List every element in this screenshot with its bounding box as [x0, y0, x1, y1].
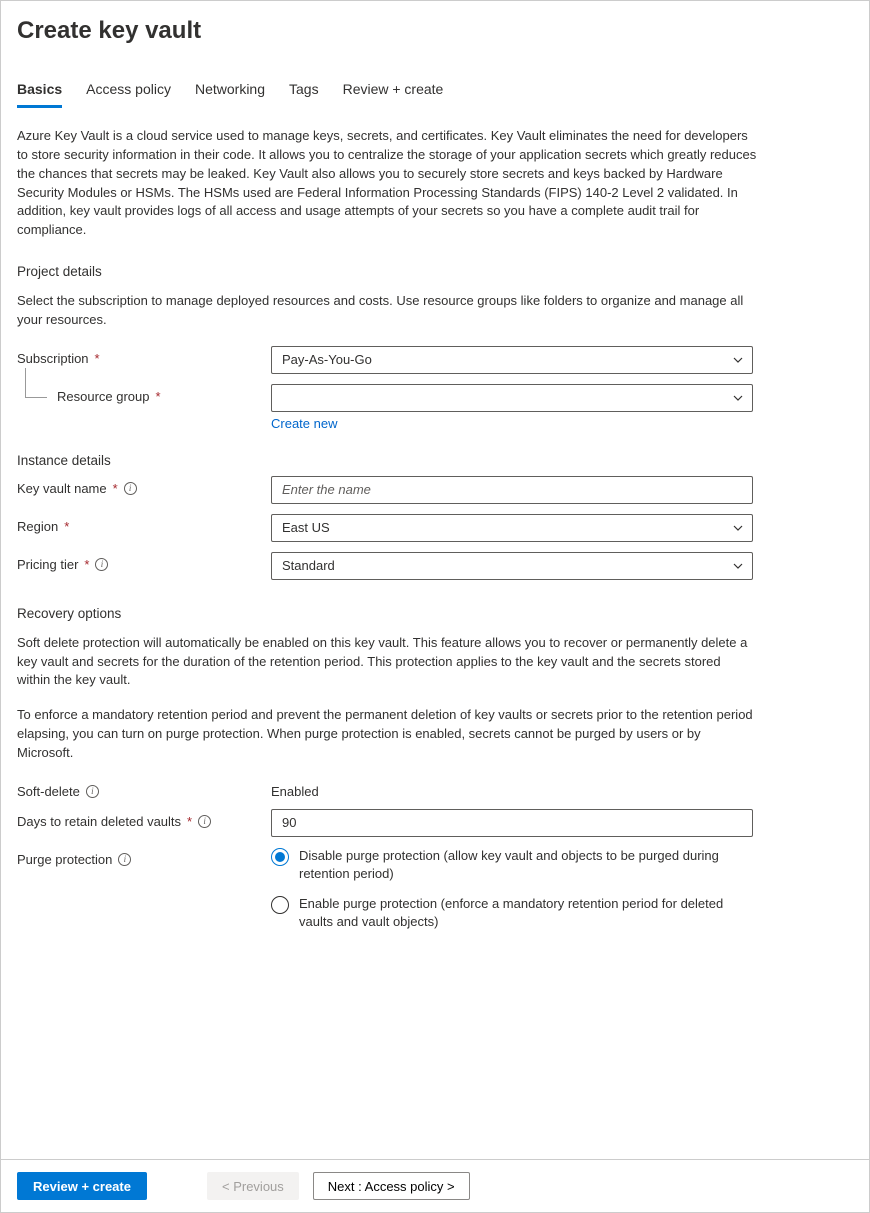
project-details-heading: Project details [17, 264, 853, 279]
wizard-footer: Review + create < Previous Next : Access… [1, 1159, 869, 1212]
chevron-down-icon [732, 392, 744, 404]
purge-enable-label: Enable purge protection (enforce a manda… [299, 895, 739, 931]
info-icon[interactable]: i [198, 815, 211, 828]
retain-days-label: Days to retain deleted vaults* i [17, 809, 271, 829]
review-create-button[interactable]: Review + create [17, 1172, 147, 1200]
tab-access-policy[interactable]: Access policy [86, 75, 171, 108]
subscription-label: Subscription* [17, 346, 271, 366]
tab-review-create[interactable]: Review + create [343, 75, 444, 108]
purge-disable-radio[interactable]: Disable purge protection (allow key vaul… [271, 847, 753, 883]
next-button[interactable]: Next : Access policy > [313, 1172, 470, 1200]
retain-days-input[interactable]: 90 [271, 809, 753, 837]
pricing-tier-label: Pricing tier* i [17, 552, 271, 572]
wizard-tabs: Basics Access policy Networking Tags Rev… [17, 75, 853, 109]
info-icon[interactable]: i [118, 853, 131, 866]
chevron-down-icon [732, 522, 744, 534]
recovery-options-heading: Recovery options [17, 606, 853, 621]
info-icon[interactable]: i [86, 785, 99, 798]
soft-delete-value: Enabled [271, 779, 753, 799]
purge-enable-radio[interactable]: Enable purge protection (enforce a manda… [271, 895, 753, 931]
key-vault-name-label: Key vault name* i [17, 476, 271, 496]
previous-button: < Previous [207, 1172, 299, 1200]
page-title: Create key vault [17, 17, 853, 45]
purge-disable-label: Disable purge protection (allow key vaul… [299, 847, 739, 883]
info-icon[interactable]: i [124, 482, 137, 495]
subscription-select[interactable]: Pay-As-You-Go [271, 346, 753, 374]
purge-protection-label: Purge protection i [17, 847, 271, 867]
region-select[interactable]: East US [271, 514, 753, 542]
create-new-link[interactable]: Create new [271, 416, 337, 431]
pricing-tier-select[interactable]: Standard [271, 552, 753, 580]
resource-group-label: Resource group* [17, 384, 271, 404]
instance-details-heading: Instance details [17, 453, 853, 468]
radio-icon [271, 896, 289, 914]
tab-tags[interactable]: Tags [289, 75, 319, 108]
radio-icon [271, 848, 289, 866]
tab-networking[interactable]: Networking [195, 75, 265, 108]
region-label: Region* [17, 514, 271, 534]
key-vault-name-input[interactable]: Enter the name [271, 476, 753, 504]
intro-text: Azure Key Vault is a cloud service used … [17, 127, 757, 240]
project-details-desc: Select the subscription to manage deploy… [17, 292, 757, 330]
tab-basics[interactable]: Basics [17, 75, 62, 108]
resource-group-select[interactable] [271, 384, 753, 412]
recovery-desc-2: To enforce a mandatory retention period … [17, 706, 757, 763]
chevron-down-icon [732, 560, 744, 572]
soft-delete-label: Soft-delete i [17, 779, 271, 799]
recovery-desc-1: Soft delete protection will automaticall… [17, 634, 757, 691]
chevron-down-icon [732, 354, 744, 366]
info-icon[interactable]: i [95, 558, 108, 571]
